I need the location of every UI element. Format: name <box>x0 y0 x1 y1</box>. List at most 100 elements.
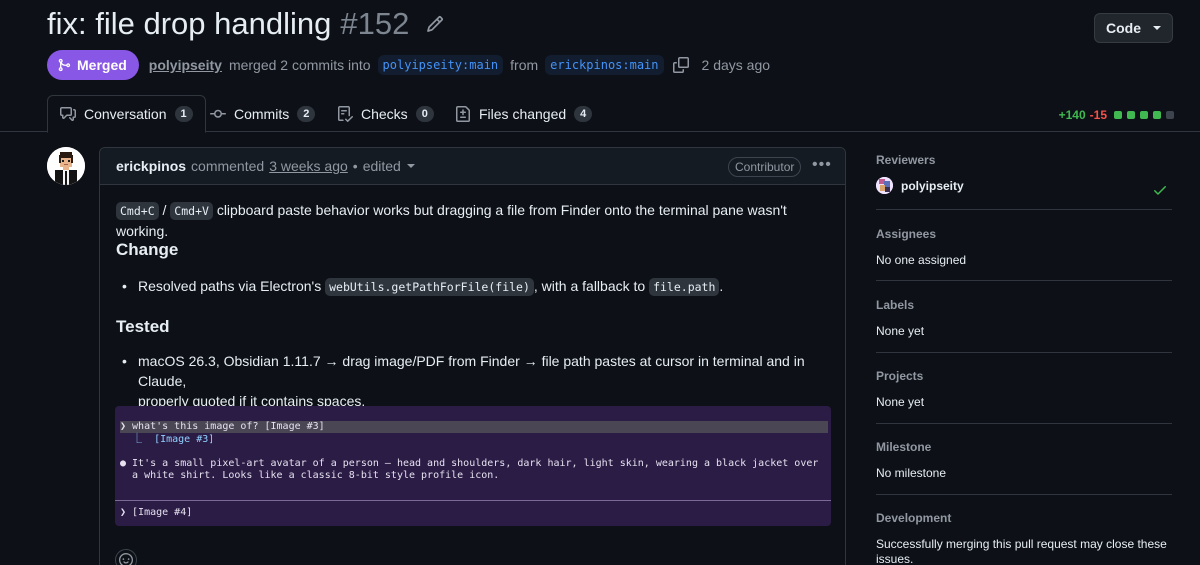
divider <box>876 280 1172 281</box>
tab-checks[interactable]: Checks 0 <box>325 95 446 132</box>
sidebar-value: No one assigned <box>876 253 967 267</box>
pencil-icon[interactable] <box>426 15 444 33</box>
text: . <box>719 278 724 294</box>
list-item-text: macOS 26.3, Obsidian 1.11.7 → drag image… <box>138 351 838 411</box>
comment-intro: Cmd+C / Cmd+V clipboard paste behavior w… <box>116 200 831 241</box>
sidebar-title: Projects <box>876 369 924 383</box>
inline-code: file.path <box>649 278 720 296</box>
diffstat-block <box>1140 111 1148 119</box>
terminal-response: ● It's a small pixel-art avatar of a per… <box>120 458 819 469</box>
terminal-input: ❯ [Image #4] <box>120 507 193 518</box>
text: , with a fallback to <box>533 278 646 294</box>
reviewer[interactable]: polyipseity <box>876 177 1172 194</box>
checklist-icon <box>338 105 353 122</box>
terminal-prompt: ❯ what's this image of? [Image #3] <box>120 421 325 432</box>
sidebar-title: Milestone <box>876 440 932 454</box>
sidebar-title: Reviewers <box>876 153 936 167</box>
diffstat-block <box>1114 111 1122 119</box>
sidebar-value: None yet <box>876 324 925 338</box>
diffstat-block <box>1166 111 1174 119</box>
merged-label: Merged <box>77 57 127 73</box>
comment-author[interactable]: erickpinos <box>116 158 186 174</box>
sidebar-title: Development <box>876 511 952 525</box>
pr-number: #152 <box>340 6 410 41</box>
file-diff-icon <box>456 105 470 122</box>
sidebar-assignees[interactable]: Assignees No one assigned <box>876 227 1172 268</box>
copy-icon[interactable] <box>672 57 689 73</box>
diffstat-block <box>1127 111 1135 119</box>
sidebar-value: Successfully merging this pull request m… <box>876 537 1167 565</box>
edited-dropdown[interactable]: edited <box>363 158 415 174</box>
heading-tested: Tested <box>116 317 170 336</box>
sidebar-milestone[interactable]: Milestone No milestone <box>876 440 1172 481</box>
tab-label: Conversation <box>84 106 167 122</box>
comment-action: commented <box>191 158 265 174</box>
divider <box>876 209 1172 210</box>
bullet: • <box>122 353 127 369</box>
inline-code: Cmd+C <box>116 202 159 220</box>
edited-label: edited <box>362 158 401 174</box>
comment-time[interactable]: 3 weeks ago <box>269 158 348 174</box>
check-icon <box>1154 186 1166 195</box>
divider <box>876 423 1172 424</box>
base-branch[interactable]: polyipseity:main <box>377 55 504 75</box>
tab-commits[interactable]: Commits 2 <box>198 95 327 132</box>
tab-label: Checks <box>361 105 408 122</box>
diffstat: +140 -15 <box>1059 108 1174 122</box>
sidebar-labels[interactable]: Labels None yet <box>876 298 1172 339</box>
merger-link[interactable]: polyipseity <box>149 57 222 73</box>
reviewer-avatar <box>876 177 893 194</box>
kebab-horizontal-icon[interactable]: ••• <box>812 156 832 174</box>
merged-time: 2 days ago <box>701 57 771 73</box>
chevron-down-icon <box>406 164 415 168</box>
pr-tabs: Conversation 1 Commits 2 Checks 0 Files … <box>0 95 1200 133</box>
code-button-label: Code <box>1106 20 1141 36</box>
text: Resolved paths via Electron's <box>138 278 322 294</box>
merged-badge: Merged <box>47 50 139 80</box>
tab-conversation[interactable]: Conversation 1 <box>47 95 206 133</box>
pr-title: fix: file drop handling #152 <box>47 6 444 42</box>
bullet: • <box>122 278 127 294</box>
sidebar-projects[interactable]: Projects None yet <box>876 369 1172 410</box>
divider <box>876 494 1172 495</box>
pr-meta: Merged polyipseity merged 2 commits into… <box>47 50 770 80</box>
terminal-divider <box>115 500 831 501</box>
terminal-screenshot: ❯ what's this image of? [Image #3] ⎿ [Im… <box>115 406 831 526</box>
tab-label: Files changed <box>479 105 567 122</box>
sidebar-value: None yet <box>876 395 925 409</box>
diffstat-additions: +140 <box>1058 108 1086 122</box>
sidebar-reviewers[interactable]: Reviewers polyipseity <box>876 153 1172 195</box>
tab-files-changed[interactable]: Files changed 4 <box>443 95 604 132</box>
sidebar-development[interactable]: Development Successfully merging this pu… <box>876 511 1172 565</box>
text: macOS 26.3, Obsidian 1.11.7 → drag image… <box>138 353 805 389</box>
diffstat-block <box>1153 111 1161 119</box>
list-item-text: Resolved paths via Electron's webUtils.g… <box>138 276 838 297</box>
merged-text: merged 2 commits into <box>228 57 371 73</box>
avatar[interactable] <box>47 147 85 185</box>
git-commit-icon <box>210 109 226 118</box>
slash-text: / <box>162 202 167 218</box>
terminal-response: a white shirt. Looks like a classic 8-bi… <box>120 470 500 481</box>
git-merge-icon <box>58 58 71 72</box>
sidebar-title: Labels <box>876 298 915 312</box>
inline-code: webUtils.getPathForFile(file) <box>325 278 534 296</box>
inline-code: Cmd+V <box>170 202 213 220</box>
tab-count: 2 <box>297 105 316 122</box>
chevron-down-icon <box>1153 26 1161 30</box>
tab-label: Commits <box>234 105 290 122</box>
comment-discussion-icon <box>60 107 76 121</box>
diffstat-deletions: -15 <box>1089 108 1107 122</box>
contributor-badge: Contributor <box>728 157 802 177</box>
code-button[interactable]: Code <box>1094 13 1173 43</box>
tab-count: 4 <box>574 105 593 122</box>
head-branch[interactable]: erickpinos:main <box>545 55 664 75</box>
divider <box>876 352 1172 353</box>
from-text: from <box>510 57 539 73</box>
sidebar-title: Assignees <box>876 227 937 241</box>
tab-count: 0 <box>415 105 434 122</box>
terminal-attachment: ⎿ [Image #3] <box>120 434 215 445</box>
heading-change: Change <box>116 240 179 259</box>
smiley-icon[interactable] <box>115 549 137 565</box>
sidebar-value: No milestone <box>876 466 947 480</box>
reviewer-name: polyipseity <box>901 178 964 193</box>
